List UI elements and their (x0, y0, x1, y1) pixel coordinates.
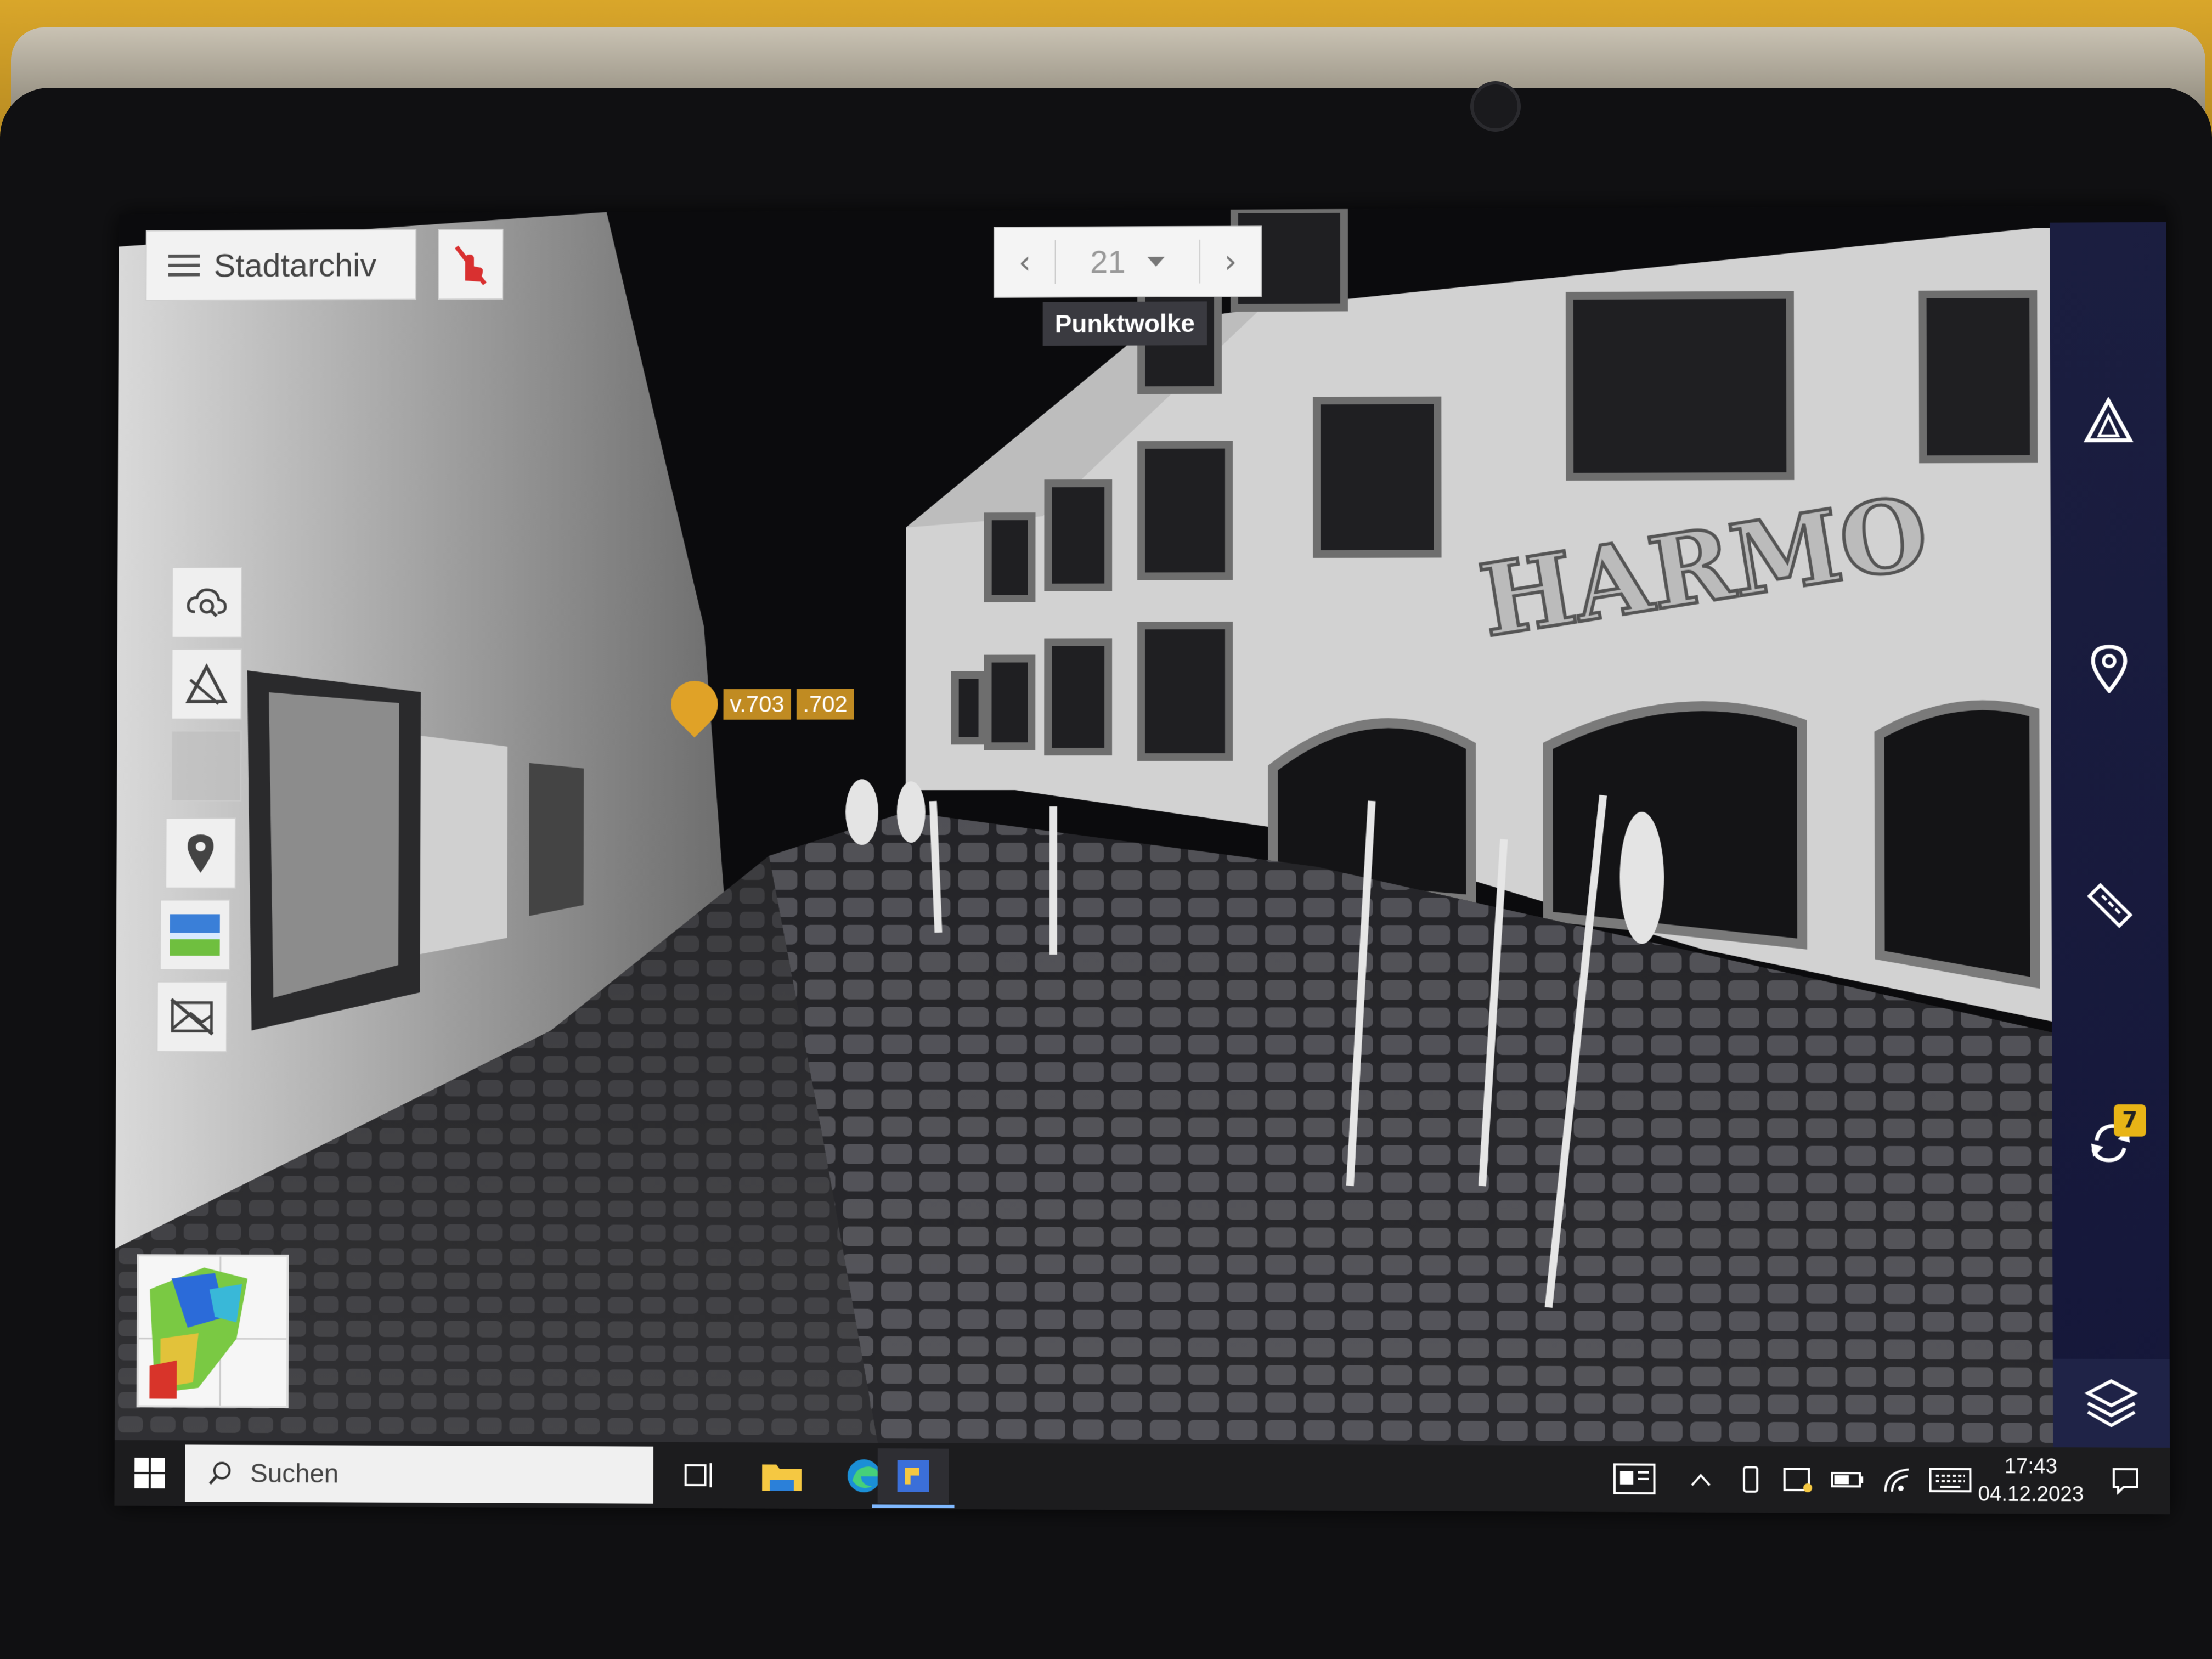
point-cloud-scene[interactable]: HARMO (114, 205, 2170, 1448)
scan-select[interactable]: 21 (1056, 243, 1199, 280)
scan-position-marker[interactable]: v.703 .702 (661, 671, 854, 738)
no-touch-icon (453, 242, 488, 286)
touch-keyboard-button[interactable] (1925, 1458, 1975, 1502)
layers-icon (2084, 1376, 2140, 1430)
ruler-icon (2083, 879, 2136, 932)
news-icon (1613, 1463, 1656, 1494)
landscape-photo-icon (170, 914, 220, 956)
marker-label: .702 (796, 689, 854, 720)
windows-logo-icon (134, 1458, 165, 1489)
photo-view-button[interactable] (159, 899, 230, 970)
annotation-triangle-icon (2084, 397, 2134, 444)
sync-button[interactable]: 7 (2072, 1104, 2149, 1182)
tray-app-icon (1782, 1466, 1814, 1494)
map-pin-icon (187, 834, 214, 873)
wifi-indicator[interactable] (1875, 1458, 1920, 1502)
clock-date: 04.12.2023 (1978, 1482, 2084, 1506)
active-app-indicator (872, 1504, 955, 1509)
marker-pin-icon (661, 671, 728, 738)
start-button[interactable] (125, 1451, 174, 1495)
touch-disable-button[interactable] (438, 229, 504, 300)
layers-button[interactable] (2052, 1358, 2170, 1448)
taskbar-clock[interactable]: 17:43 04.12.2023 (1975, 1453, 2086, 1509)
task-view-button[interactable] (664, 1448, 736, 1503)
measure-triangle-icon (185, 663, 228, 705)
marker-label: v.703 (723, 689, 791, 720)
cloud-search-icon (185, 583, 228, 622)
hide-overlay-icon (169, 997, 215, 1037)
notification-center-button[interactable] (2103, 1459, 2147, 1503)
next-scan-button[interactable]: › (1200, 227, 1261, 296)
windows-taskbar: Suchen 17:43 04.12.2023 (114, 1440, 2170, 1515)
scan-navigator: ‹ 21 › (993, 225, 1262, 298)
minimap-point-cloud (139, 1256, 287, 1406)
chevron-right-icon: › (1224, 242, 1237, 280)
device-icon (1740, 1465, 1762, 1494)
tray-app-button[interactable] (1775, 1457, 1820, 1502)
keyboard-icon (1929, 1468, 1971, 1493)
image-overlay-button[interactable] (171, 730, 242, 802)
search-icon (207, 1460, 234, 1487)
minimap[interactable] (136, 1254, 289, 1408)
chevron-left-icon: ‹ (1018, 244, 1031, 281)
chevron-down-icon (1147, 256, 1165, 267)
battery-icon (1831, 1470, 1865, 1490)
chevron-up-icon (1690, 1471, 1712, 1487)
tray-device-button[interactable] (1731, 1457, 1770, 1502)
right-toolbar: 7 (2050, 222, 2170, 1448)
point-cloud-viewer[interactable]: HARMO v.703 .702 Stadtarchiv ‹ 21 › Punk… (114, 205, 2170, 1448)
search-placeholder: Suchen (250, 1459, 339, 1488)
notification-icon (2112, 1467, 2140, 1495)
hamburger-icon (168, 254, 200, 276)
scan-app-button[interactable] (877, 1448, 949, 1504)
project-name: Stadtarchiv (213, 246, 377, 284)
annotation-button[interactable] (2069, 382, 2147, 459)
project-menu-button[interactable]: Stadtarchiv (145, 229, 417, 301)
location-pin-icon (2090, 644, 2129, 693)
taskbar-search-box[interactable]: Suchen (185, 1444, 654, 1504)
clock-time: 17:43 (2004, 1454, 2057, 1479)
camera-lens (1470, 81, 1521, 132)
hide-overlay-button[interactable] (156, 981, 228, 1053)
tablet-screen: HARMO v.703 .702 Stadtarchiv ‹ 21 › Punk… (114, 205, 2170, 1515)
sync-count-badge: 7 (2113, 1104, 2146, 1137)
measure-tool-button[interactable] (171, 648, 242, 720)
task-view-icon (684, 1460, 716, 1491)
folder-icon (762, 1465, 802, 1492)
show-hidden-icons-button[interactable] (1681, 1457, 1720, 1502)
location-button[interactable] (2070, 630, 2148, 707)
file-explorer-button[interactable] (746, 1448, 817, 1503)
wifi-icon (1882, 1466, 1913, 1494)
add-pin-button[interactable] (165, 817, 236, 889)
scan-app-icon (897, 1460, 929, 1492)
news-widget-button[interactable] (1604, 1457, 1665, 1501)
cloud-search-button[interactable] (171, 567, 242, 638)
current-scan-number: 21 (1090, 244, 1126, 280)
ruler-button[interactable] (2071, 867, 2149, 944)
battery-indicator[interactable] (1825, 1458, 1870, 1502)
previous-scan-button[interactable]: ‹ (995, 228, 1055, 297)
view-mode-tooltip: Punktwolke (1042, 301, 1207, 346)
